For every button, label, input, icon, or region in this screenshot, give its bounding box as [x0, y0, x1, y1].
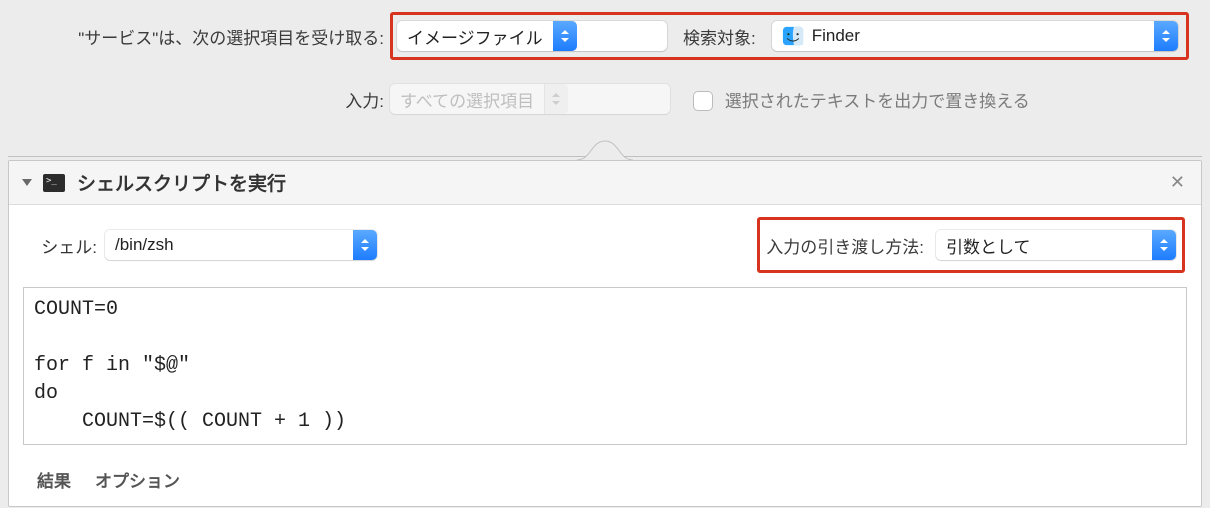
- popup-stepper-icon: [353, 230, 377, 260]
- popup-stepper-icon: [1152, 230, 1176, 260]
- action-header[interactable]: シェルスクリプトを実行 ✕: [9, 161, 1201, 205]
- pointer-notch-icon: [577, 139, 633, 161]
- popup-stepper-icon: [553, 21, 577, 51]
- close-icon[interactable]: ✕: [1166, 172, 1189, 193]
- action-title: シェルスクリプトを実行: [77, 169, 286, 196]
- terminal-icon: [43, 174, 65, 192]
- search-in-label: 検索対象:: [683, 24, 756, 49]
- popup-stepper-icon: [544, 84, 568, 114]
- receives-popup[interactable]: イメージファイル: [397, 21, 667, 51]
- search-in-popup[interactable]: Finder: [772, 21, 1178, 51]
- shell-label: シェル:: [25, 233, 105, 258]
- options-tab[interactable]: オプション: [95, 467, 180, 492]
- pass-input-highlight-box: 入力の引き渡し方法: 引数として: [757, 217, 1185, 273]
- input-popup: すべての選択項目: [390, 84, 670, 114]
- shell-popup-value: /bin/zsh: [105, 235, 353, 255]
- pass-input-label: 入力の引き渡し方法:: [766, 233, 924, 258]
- pass-input-value: 引数として: [936, 233, 1152, 258]
- top-highlight-box: イメージファイル 検索対象: Finder: [390, 12, 1189, 60]
- script-textarea[interactable]: COUNT=0 for f in "$@" do COUNT=$(( COUNT…: [23, 287, 1187, 445]
- search-in-value: Finder: [812, 26, 860, 46]
- finder-icon: [782, 25, 804, 47]
- results-tab[interactable]: 結果: [37, 467, 71, 492]
- popup-stepper-icon: [1154, 21, 1178, 51]
- disclosure-triangle-icon[interactable]: [21, 173, 33, 193]
- pass-input-popup[interactable]: 引数として: [936, 230, 1176, 260]
- service-receives-label: "サービス"は、次の選択項目を受け取る:: [8, 24, 390, 49]
- run-shell-script-action: シェルスクリプトを実行 ✕ シェル: /bin/zsh 入力の引き渡し方法: 引…: [8, 160, 1202, 507]
- input-popup-value: すべての選択項目: [390, 87, 544, 112]
- input-label: 入力:: [8, 87, 390, 112]
- shell-popup[interactable]: /bin/zsh: [105, 230, 377, 260]
- replace-output-checkbox[interactable]: [694, 92, 712, 110]
- receives-popup-value: イメージファイル: [397, 24, 553, 49]
- replace-output-label: 選択されたテキストを出力で置き換える: [725, 92, 1030, 111]
